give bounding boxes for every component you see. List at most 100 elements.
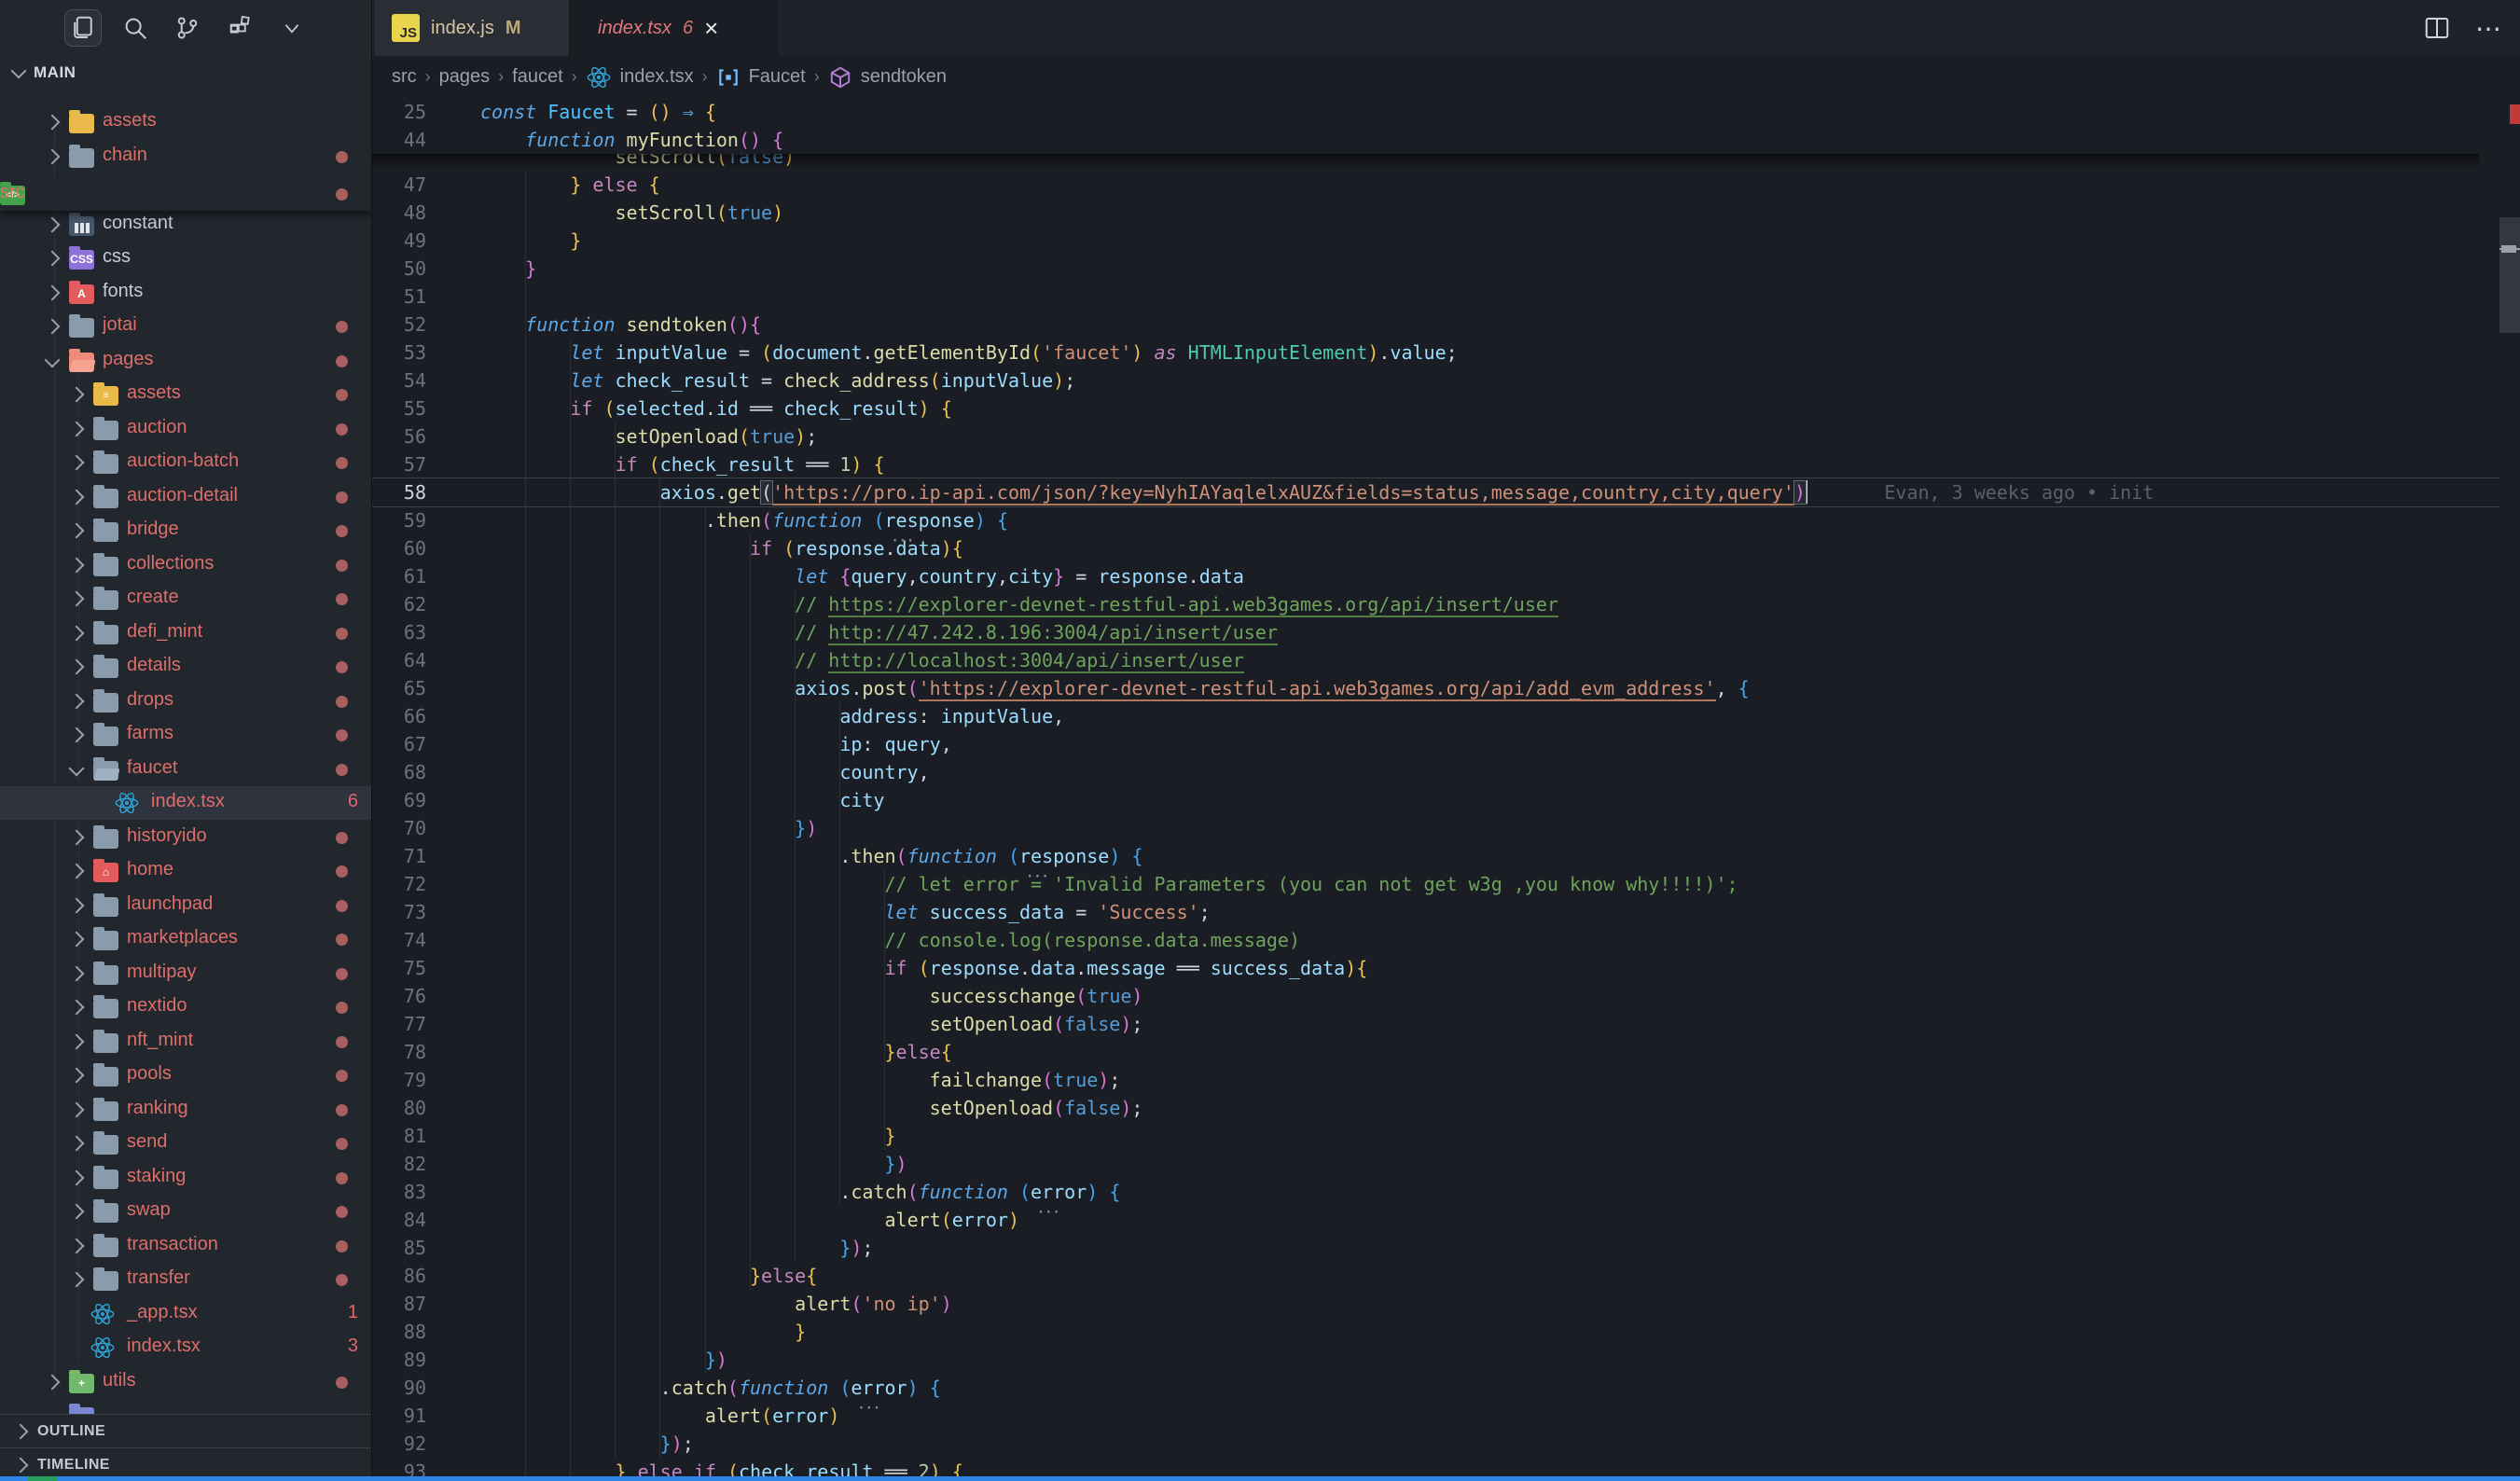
tree-item-label: pools	[127, 1063, 172, 1085]
tree-item-bridge[interactable]: bridge	[0, 514, 371, 547]
folder-icon	[93, 727, 118, 746]
source-control-icon[interactable]	[170, 10, 205, 46]
folder-icon: +	[69, 1374, 94, 1393]
tree-item-nft_mint[interactable]: nft_mint	[0, 1025, 371, 1059]
line-number: 86	[372, 1262, 426, 1290]
code-text: .catch(function (error) {	[480, 1178, 1120, 1206]
editor-scrollbar[interactable]	[2499, 98, 2520, 1481]
scrollbar-thumb[interactable]	[2499, 217, 2520, 333]
outline-section-header[interactable]: OUTLINE	[0, 1414, 371, 1447]
tree-item-utils[interactable]: +utils	[0, 1365, 371, 1399]
tree-item-index.tsx[interactable]: index.tsx6	[0, 786, 371, 820]
tree-item-marketplaces[interactable]: marketplaces	[0, 922, 371, 956]
tree-item-swap[interactable]: swap	[0, 1195, 371, 1228]
breadcrumb-item[interactable]: Faucet	[749, 66, 806, 88]
files-icon[interactable]	[65, 10, 101, 46]
line-number: 72	[372, 870, 426, 898]
code-text: alert(error)	[480, 1206, 1019, 1234]
tree-item-index.tsx[interactable]: index.tsx3	[0, 1331, 371, 1364]
code-text: })	[480, 1150, 907, 1178]
search-icon[interactable]	[118, 10, 153, 46]
tree-item-ranking[interactable]: ranking	[0, 1093, 371, 1127]
code-line-64: 64 // http://localhost:3004/api/insert/u…	[372, 646, 2499, 674]
line-number: 76	[372, 982, 426, 1010]
symbol-method-icon	[828, 65, 852, 90]
code-text: // https://explorer-devnet-restful-api.w…	[480, 590, 1558, 618]
explorer-section-main[interactable]: MAIN	[0, 56, 371, 89]
git-modified-dot	[336, 661, 348, 673]
code-text: }else{	[480, 1038, 952, 1066]
tree-item-send[interactable]: send	[0, 1127, 371, 1160]
breadcrumb-item[interactable]: pages	[439, 66, 491, 88]
line-number: 82	[372, 1150, 426, 1178]
extensions-icon[interactable]	[222, 10, 257, 46]
close-icon[interactable]: ×	[704, 16, 718, 40]
tree-item-launchpad[interactable]: launchpad	[0, 889, 371, 922]
tree-item-fonts[interactable]: Afonts	[0, 276, 371, 310]
tree-item-jotai[interactable]: jotai	[0, 310, 371, 343]
code-line-87: 87 alert('no ip')	[372, 1290, 2499, 1318]
tree-item-label: assets	[127, 382, 181, 404]
split-editor-icon[interactable]	[2423, 14, 2451, 42]
git-blame-annotation: Evan, 3 weeks ago • init	[1884, 481, 2153, 504]
chevron-right-icon	[45, 148, 61, 164]
tree-item-label: staking	[127, 1166, 186, 1187]
tree-item-collections[interactable]: collections	[0, 548, 371, 582]
chevron-right-icon	[69, 932, 85, 948]
tree-item-_app.tsx[interactable]: _app.tsx1	[0, 1297, 371, 1331]
tree-item-clipped[interactable]	[0, 1399, 371, 1414]
breadcrumb-item[interactable]: faucet	[512, 66, 562, 88]
tab-index-js[interactable]: JS index.js M	[375, 0, 570, 56]
tree-item-defi_mint[interactable]: defi_mint	[0, 616, 371, 650]
tree-item-drops[interactable]: drops	[0, 685, 371, 718]
code-line-67: 67 ip: query,	[372, 730, 2499, 758]
react-icon	[114, 790, 140, 816]
breadcrumb-item[interactable]: index.tsx	[620, 66, 694, 88]
tree-item-transaction[interactable]: transaction	[0, 1229, 371, 1263]
tree-item-multipay[interactable]: multipay	[0, 957, 371, 990]
tree-item-assets[interactable]: assets	[0, 105, 371, 139]
breadcrumb-item[interactable]: sendtoken	[861, 66, 947, 88]
line-number: 60	[372, 534, 426, 562]
tree-item-src[interactable]: </>src	[0, 177, 371, 211]
chevron-down-icon[interactable]	[274, 10, 310, 46]
tree-item-home[interactable]: ⌂home	[0, 854, 371, 888]
tree-item-faucet[interactable]: faucet	[0, 753, 371, 786]
line-number: 51	[372, 283, 426, 311]
tab-index-tsx[interactable]: index.tsx 6 ×	[570, 0, 779, 56]
folder-icon	[69, 318, 94, 338]
tree-item-constant[interactable]: constant	[0, 208, 371, 242]
tree-item-nextido[interactable]: nextido	[0, 990, 371, 1024]
breadcrumb-separator: ›	[702, 67, 708, 87]
more-actions-icon[interactable]: ⋯	[2475, 13, 2503, 44]
tree-item-farms[interactable]: farms	[0, 718, 371, 752]
tree-item-create[interactable]: create	[0, 582, 371, 616]
code-line-77: 77 setOpenload(false);	[372, 1010, 2499, 1038]
tree-item-details[interactable]: details	[0, 650, 371, 684]
tree-item-src[interactable]: </>src	[0, 177, 371, 211]
tree-item-label: collections	[127, 553, 214, 574]
line-number: 56	[372, 422, 426, 450]
vscode-window: MAIN assetschaincomponentsconstantCSScss…	[0, 0, 2520, 1481]
tree-item-css[interactable]: CSScss	[0, 242, 371, 275]
code-editor[interactable]: setScroll(false)47 } else {48 setScroll(…	[372, 98, 2520, 1481]
tree-item-auction[interactable]: auction	[0, 412, 371, 446]
tree-item-pages[interactable]: pages	[0, 344, 371, 378]
tree-item-label: ranking	[127, 1098, 188, 1119]
code-line-25: 25const Faucet = () ⇒ {	[372, 98, 2499, 126]
breadcrumb-item[interactable]: src	[392, 66, 417, 88]
tree-item-auction-batch[interactable]: auction-batch	[0, 446, 371, 479]
tree-item-chain[interactable]: chain	[0, 140, 371, 173]
breadcrumb: src›pages›faucet›index.tsx›Faucet›sendto…	[372, 56, 2520, 98]
sidebar-divider[interactable]	[371, 0, 372, 1481]
folder-icon	[93, 999, 118, 1018]
tree-item-historyido[interactable]: historyido	[0, 821, 371, 854]
tree-item-staking[interactable]: staking	[0, 1161, 371, 1195]
tree-item-pools[interactable]: pools	[0, 1059, 371, 1092]
chevron-down-icon	[45, 352, 61, 367]
tree-item-auction-detail[interactable]: auction-detail	[0, 480, 371, 514]
tree-item-assets[interactable]: ≡assets	[0, 378, 371, 411]
code-text: function myFunction() {	[480, 126, 783, 154]
chevron-right-icon	[69, 1068, 85, 1084]
tree-item-transfer[interactable]: transfer	[0, 1263, 371, 1296]
